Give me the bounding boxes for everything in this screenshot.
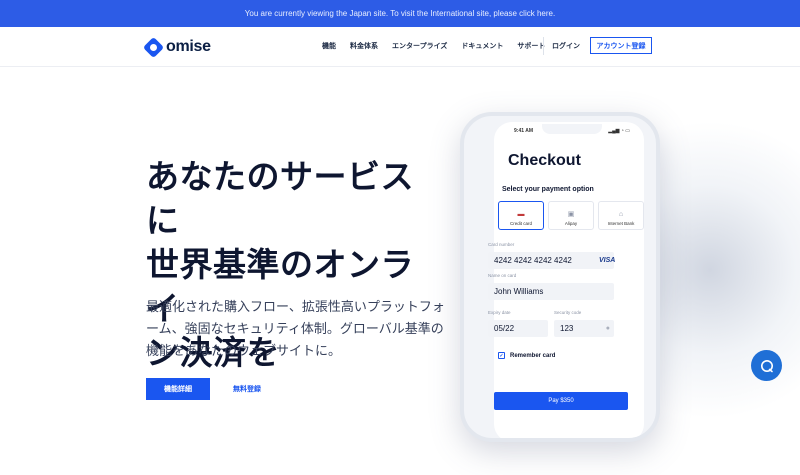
info-icon: ●: [605, 325, 610, 332]
nav-link-pricing[interactable]: 料金体系: [350, 41, 378, 51]
status-time: 9:41 AM: [514, 128, 533, 134]
expiry-label: Expiry date: [488, 310, 511, 315]
hero-title-line: あなたのサービスに: [146, 158, 414, 239]
chat-bubble-icon: [760, 359, 773, 372]
payment-method-label: Alipay: [564, 221, 578, 226]
hero-subtitle-line: ーム、強固なセキュリティ体制。グローバル基準の: [146, 321, 444, 336]
hero-subtitle-line: 最適化された購入フロー、拡張性高いプラットフォ: [146, 299, 445, 314]
card-number-input[interactable]: 4242 4242 4242 4242: [488, 252, 614, 269]
visa-icon: VISA: [599, 257, 616, 264]
payment-method-label: Internet Bank: [607, 221, 635, 226]
security-code-input[interactable]: 123 ●: [554, 320, 614, 337]
card-number-label: Card number: [488, 242, 515, 247]
checkout-title: Checkout: [508, 152, 581, 169]
security-code-value: 123: [560, 324, 574, 333]
nav-links: 機能 料金体系 エンタープライズ ドキュメント サポート: [322, 41, 545, 51]
payment-method-alipay[interactable]: ▣ Alipay: [548, 201, 594, 230]
nav-link-enterprise[interactable]: エンタープライズ: [392, 41, 447, 51]
name-input[interactable]: John Williams: [488, 283, 614, 300]
bank-icon: ⌂: [618, 211, 624, 218]
phone-notch: [542, 124, 602, 134]
help-chat-button[interactable]: [751, 350, 782, 381]
credit-card-icon: ▬: [517, 211, 525, 218]
site-region-banner[interactable]: You are currently viewing the Japan site…: [0, 0, 800, 27]
remember-card-checkbox[interactable]: ✓ Remember card: [498, 352, 555, 359]
nav-link-support[interactable]: サポート: [517, 41, 545, 51]
hero-subtitle-line: 機能をあなたのウェブサイトに。: [146, 343, 342, 358]
phone-mockup: 9:41 AM ▂▄▆ ◔ ▭ Checkout Select your pay…: [460, 112, 660, 442]
alipay-icon: ▣: [567, 211, 575, 218]
nav-link-docs[interactable]: ドキュメント: [461, 41, 503, 51]
signup-button[interactable]: アカウント登録: [590, 37, 652, 54]
payment-method-internet-bank[interactable]: ⌂ Internet Bank: [598, 201, 644, 230]
logo-text: omise: [166, 38, 211, 55]
payment-option-label: Select your payment option: [502, 186, 594, 193]
security-code-label: Security code: [554, 310, 582, 315]
nav-divider: [543, 37, 544, 55]
pay-button[interactable]: Pay $350: [494, 392, 628, 410]
features-detail-button[interactable]: 機能詳細: [146, 378, 210, 400]
nav-link-features[interactable]: 機能: [322, 41, 336, 51]
omise-logo[interactable]: omise: [142, 36, 211, 58]
name-label: Name on card: [488, 273, 517, 278]
checkbox-icon: ✓: [498, 352, 505, 359]
login-link[interactable]: ログイン: [552, 41, 580, 51]
hero-subtitle: 最適化された購入フロー、拡張性高いプラットフォ ーム、強固なセキュリティ体制。グ…: [146, 296, 446, 362]
payment-method-label: Credit card: [509, 221, 532, 226]
phone-screen: 9:41 AM ▂▄▆ ◔ ▭ Checkout Select your pay…: [488, 122, 644, 438]
free-signup-link[interactable]: 無料登録: [233, 384, 261, 394]
payment-method-credit-card[interactable]: ▬ Credit card: [498, 201, 544, 230]
banner-text[interactable]: You are currently viewing the Japan site…: [245, 9, 555, 18]
omise-logo-icon: [142, 36, 165, 58]
top-nav: omise 機能 料金体系 エンタープライズ ドキュメント サポート ログイン …: [0, 27, 800, 67]
signal-battery-icon: ▂▄▆ ◔ ▭: [608, 128, 630, 134]
expiry-input[interactable]: 05/22: [488, 320, 548, 337]
remember-card-label: Remember card: [510, 352, 556, 359]
